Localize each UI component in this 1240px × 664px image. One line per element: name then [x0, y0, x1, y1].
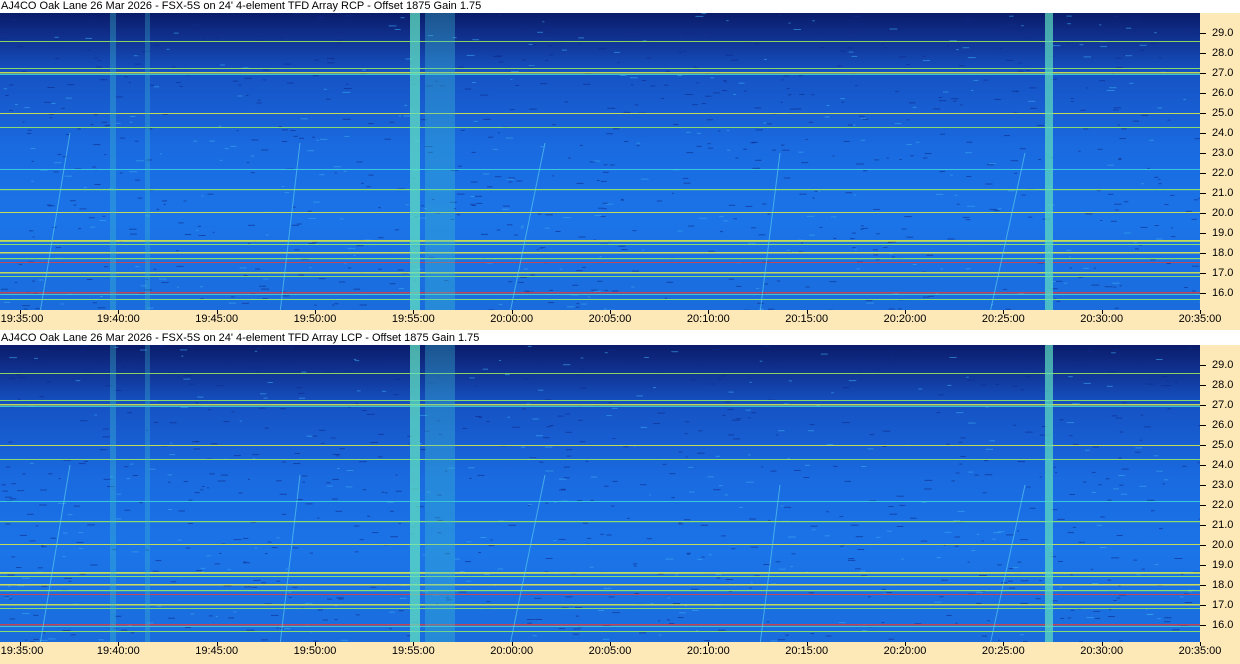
- frequency-tick-label: 18.0: [1212, 247, 1234, 259]
- frequency-tick: [1200, 445, 1206, 446]
- time-tick-label: 19:45:00: [195, 645, 239, 657]
- frequency-tick: [1200, 153, 1206, 154]
- time-tick-label: 20:15:00: [785, 645, 829, 657]
- time-tick-label: 20:20:00: [883, 313, 927, 325]
- frequency-axis-lcp: 29.0 28.0 27.0 26.0 25.0 24.0 23.0 22.0 21.0 20.0…: [1200, 345, 1240, 642]
- frequency-tick: [1200, 253, 1206, 254]
- time-tick-label: 19:50:00: [293, 645, 337, 657]
- time-tick-label: 20:35:00: [1178, 313, 1222, 325]
- frequency-tick-label: 22.0: [1212, 499, 1234, 511]
- time-tick-label: 19:35:00: [0, 313, 44, 325]
- frequency-tick: [1200, 113, 1206, 114]
- frequency-tick: [1200, 585, 1206, 586]
- frequency-tick: [1200, 485, 1206, 486]
- time-tick-label: 19:40:00: [96, 645, 140, 657]
- frequency-tick: [1200, 93, 1206, 94]
- time-tick-label: 19:45:00: [195, 313, 239, 325]
- frequency-tick-label: 21.0: [1212, 187, 1234, 199]
- time-tick-label: 20:10:00: [686, 645, 730, 657]
- frequency-tick: [1200, 53, 1206, 54]
- time-tick-label: 20:25:00: [981, 313, 1025, 325]
- frequency-tick: [1200, 565, 1206, 566]
- time-tick-label: 20:00:00: [490, 313, 534, 325]
- frequency-tick: [1200, 545, 1206, 546]
- frequency-tick-label: 24.0: [1212, 459, 1234, 471]
- frequency-tick: [1200, 213, 1206, 214]
- time-tick-label: 20:30:00: [1080, 645, 1124, 657]
- frequency-tick-label: 29.0: [1212, 27, 1234, 39]
- time-tick-label: 20:15:00: [785, 313, 829, 325]
- frequency-tick-label: 26.0: [1212, 419, 1234, 431]
- frequency-tick-label: 27.0: [1212, 399, 1234, 411]
- frequency-tick: [1200, 273, 1206, 274]
- frequency-tick: [1200, 605, 1206, 606]
- frequency-tick: [1200, 293, 1206, 294]
- frequency-tick-label: 23.0: [1212, 479, 1234, 491]
- spectrogram-title-lcp: AJ4CO Oak Lane 26 Mar 2026 - FSX-5S on 2…: [1, 332, 480, 344]
- frequency-tick-label: 19.0: [1212, 227, 1234, 239]
- frequency-tick: [1200, 625, 1206, 626]
- frequency-tick-label: 19.0: [1212, 559, 1234, 571]
- frequency-tick-label: 18.0: [1212, 579, 1234, 591]
- spectrogram-plot-rcp: [0, 13, 1200, 310]
- frequency-tick: [1200, 365, 1206, 366]
- time-tick-label: 20:05:00: [588, 645, 632, 657]
- spectrogram-plot-lcp: [0, 345, 1200, 642]
- frequency-tick: [1200, 505, 1206, 506]
- frequency-tick-label: 17.0: [1212, 267, 1234, 279]
- frequency-tick-label: 24.0: [1212, 127, 1234, 139]
- frequency-tick-label: 28.0: [1212, 379, 1234, 391]
- time-tick-label: 20:05:00: [588, 313, 632, 325]
- time-tick-label: 20:35:00: [1178, 645, 1222, 657]
- time-tick-label: 20:10:00: [686, 313, 730, 325]
- time-tick-label: 20:30:00: [1080, 313, 1124, 325]
- frequency-tick: [1200, 133, 1206, 134]
- frequency-tick-label: 27.0: [1212, 67, 1234, 79]
- frequency-tick-label: 20.0: [1212, 539, 1234, 551]
- time-tick-label: 19:50:00: [293, 313, 337, 325]
- frequency-tick: [1200, 425, 1206, 426]
- frequency-axis-rcp: 29.0 28.0 27.0 26.0 25.0 24.0 23.0 22.0 21.0 20.0…: [1200, 13, 1240, 310]
- time-tick-label: 20:25:00: [981, 645, 1025, 657]
- frequency-tick-label: 25.0: [1212, 439, 1234, 451]
- frequency-tick: [1200, 465, 1206, 466]
- frequency-tick: [1200, 173, 1206, 174]
- frequency-tick: [1200, 33, 1206, 34]
- time-tick-label: 19:55:00: [391, 313, 435, 325]
- frequency-tick-label: 17.0: [1212, 599, 1234, 611]
- frequency-tick-label: 22.0: [1212, 167, 1234, 179]
- time-tick-label: 20:20:00: [883, 645, 927, 657]
- spectrogram-title-rcp: AJ4CO Oak Lane 26 Mar 2026 - FSX-5S on 2…: [1, 0, 482, 12]
- frequency-tick-label: 16.0: [1212, 619, 1234, 631]
- frequency-tick: [1200, 73, 1206, 74]
- spectrogram-image: [0, 345, 1200, 642]
- frequency-tick-label: 21.0: [1212, 519, 1234, 531]
- time-axis-rcp: 19:35:00 19:40:00 19:45:00 19:50:00 19:55:00…: [0, 310, 1240, 330]
- frequency-tick: [1200, 233, 1206, 234]
- frequency-tick-label: 25.0: [1212, 107, 1234, 119]
- frequency-tick-label: 23.0: [1212, 147, 1234, 159]
- frequency-tick: [1200, 193, 1206, 194]
- time-tick-label: 20:00:00: [490, 645, 534, 657]
- time-tick-label: 19:55:00: [391, 645, 435, 657]
- frequency-tick: [1200, 525, 1206, 526]
- spectrogram-image: [0, 13, 1200, 310]
- frequency-tick-label: 20.0: [1212, 207, 1234, 219]
- frequency-tick-label: 26.0: [1212, 87, 1234, 99]
- time-tick-label: 19:35:00: [0, 645, 44, 657]
- frequency-tick: [1200, 385, 1206, 386]
- time-axis-lcp: 19:35:00 19:40:00 19:45:00 19:50:00 19:55:00…: [0, 642, 1240, 664]
- frequency-tick: [1200, 405, 1206, 406]
- time-tick-label: 19:40:00: [96, 313, 140, 325]
- frequency-tick-label: 29.0: [1212, 359, 1234, 371]
- frequency-tick-label: 16.0: [1212, 287, 1234, 299]
- frequency-tick-label: 28.0: [1212, 47, 1234, 59]
